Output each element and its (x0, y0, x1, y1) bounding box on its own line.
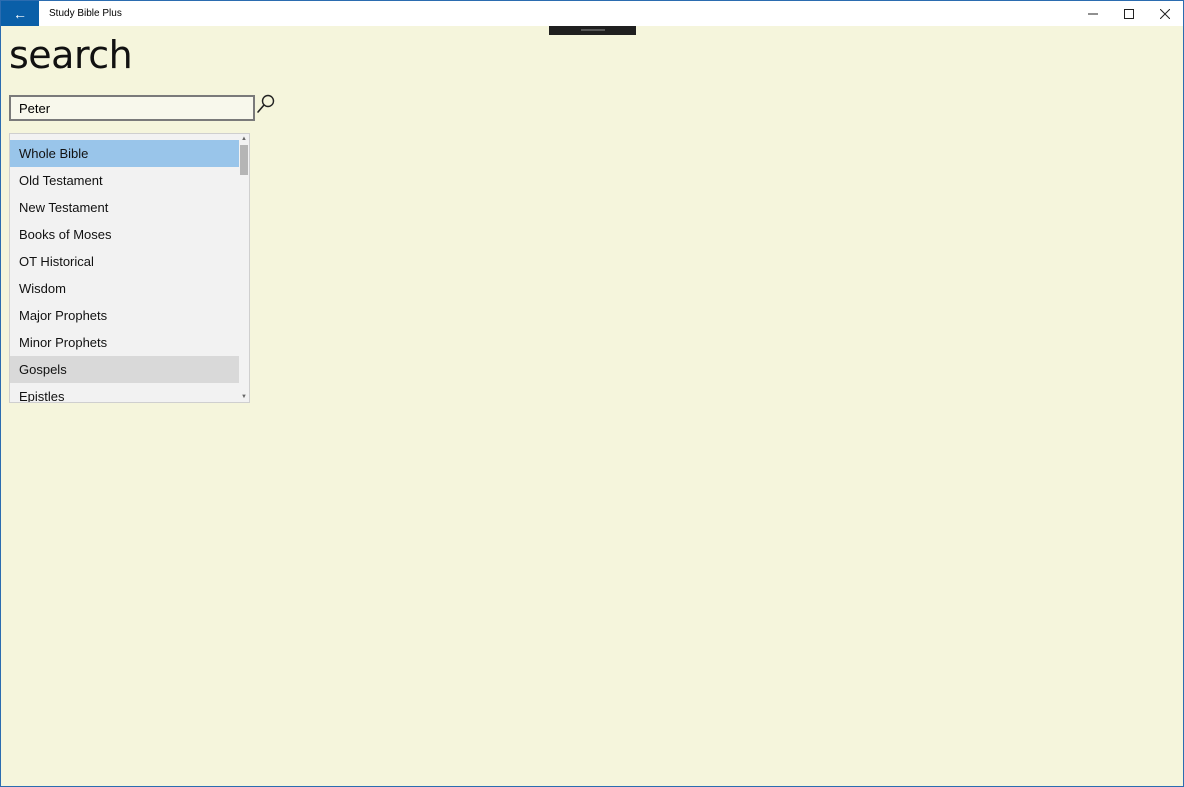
grip-icon (581, 29, 605, 31)
list-item[interactable]: Major Prophets (10, 302, 239, 329)
maximize-icon (1124, 8, 1134, 19)
page-title: search (9, 33, 133, 77)
scroll-down-icon[interactable]: ▼ (239, 392, 249, 402)
minimize-button[interactable] (1075, 1, 1111, 26)
title-bar[interactable]: ← Study Bible Plus (1, 1, 1183, 26)
list-item[interactable]: New Testament (10, 194, 239, 221)
list-item[interactable]: OT Historical (10, 248, 239, 275)
back-button[interactable]: ← (1, 1, 39, 26)
search-input[interactable] (9, 95, 255, 121)
list-item[interactable]: Books of Moses (10, 221, 239, 248)
scrollbar[interactable]: ▲ ▼ (239, 134, 249, 402)
list-item[interactable]: Wisdom (10, 275, 239, 302)
app-window: ← Study Bible Plus search Whole BibleOld… (0, 0, 1184, 787)
back-arrow-icon: ← (13, 5, 27, 22)
search-icon[interactable] (256, 94, 276, 114)
scope-list-items: Whole Bible Old Testament New Testament Boo… (10, 140, 239, 402)
drag-handle[interactable] (549, 26, 636, 35)
close-icon (1160, 8, 1170, 19)
list-item[interactable]: Old Testament (10, 167, 239, 194)
scroll-up-icon[interactable]: ▲ (239, 134, 249, 144)
close-button[interactable] (1147, 1, 1183, 26)
list-item[interactable]: Minor Prophets (10, 329, 239, 356)
list-item[interactable]: Epistles (10, 383, 239, 402)
app-title: Study Bible Plus (49, 8, 122, 19)
scroll-thumb[interactable] (240, 145, 248, 175)
maximize-button[interactable] (1111, 1, 1147, 26)
window-controls (1075, 1, 1183, 26)
minimize-icon (1088, 13, 1098, 14)
list-item[interactable]: Whole Bible (10, 140, 239, 167)
list-item[interactable]: Gospels (10, 356, 239, 383)
scope-list[interactable]: Whole Bible Old Testament New Testament Boo… (9, 133, 250, 403)
